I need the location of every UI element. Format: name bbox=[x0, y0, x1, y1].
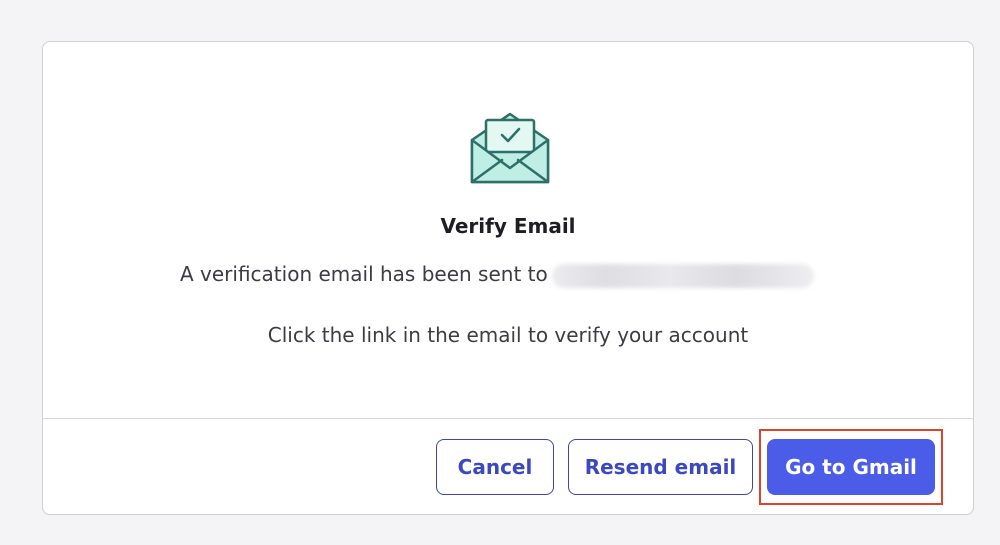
verification-sent-text: A verification email has been sent to bbox=[180, 262, 814, 288]
blurred-email-address bbox=[551, 263, 814, 288]
go-to-gmail-button[interactable]: Go to Gmail bbox=[767, 439, 935, 495]
dialog-title: Verify Email bbox=[440, 214, 576, 238]
verify-email-dialog: Verify Email A verification email has be… bbox=[42, 41, 974, 515]
footer-divider bbox=[43, 418, 973, 419]
dialog-body: Verify Email A verification email has be… bbox=[43, 42, 973, 418]
cancel-button[interactable]: Cancel bbox=[436, 439, 554, 495]
sent-text-label: A verification email has been sent to bbox=[180, 262, 548, 286]
verification-hint: Click the link in the email to verify yo… bbox=[267, 323, 749, 347]
resend-email-button[interactable]: Resend email bbox=[568, 439, 753, 495]
envelope-check-icon bbox=[470, 112, 550, 184]
